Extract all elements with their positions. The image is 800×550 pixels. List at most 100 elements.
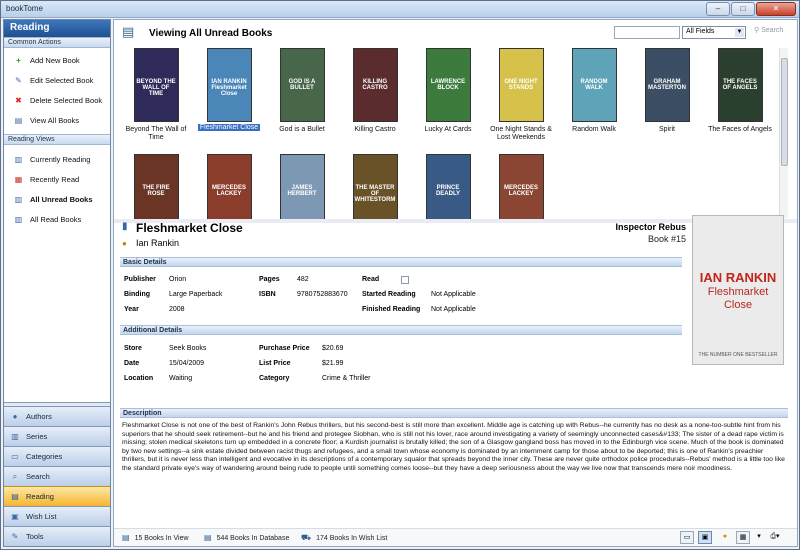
- delete-icon: ✖: [15, 95, 22, 105]
- cover-text: THE FACES OF ANGELS: [722, 79, 758, 91]
- book-cover-thumbnail[interactable]: MERCEDES LACKEY: [498, 154, 544, 220]
- book-cover-thumbnail[interactable]: PRINCE DEADLY: [425, 154, 471, 220]
- book-cover-thumbnail[interactable]: THE FACES OF ANGELS: [717, 48, 763, 122]
- all-unread-books-view[interactable]: ▥ All Unread Books: [4, 189, 110, 209]
- wishlist-icon: ▣: [11, 511, 19, 521]
- cover-text: BEYOND THE WALL OF TIME: [136, 79, 176, 97]
- book-cover-thumbnail[interactable]: IAN RANKIN Fleshmarket Close: [206, 48, 252, 122]
- book-cover-thumbnail[interactable]: RANDOM WALK: [571, 48, 617, 122]
- book-item[interactable]: BEYOND THE WALL OF TIME Beyond The Wall o…: [120, 48, 192, 142]
- book-item[interactable]: ONE NIGHT STANDS One Night Stands & Lost …: [485, 48, 557, 142]
- edit-selected-book-action[interactable]: ✎ Edit Selected Book: [4, 70, 110, 90]
- book-detail-author[interactable]: Ian Rankin: [136, 238, 179, 248]
- grid-view-toggle[interactable]: ▦: [736, 531, 750, 544]
- sidebar-header: Reading: [4, 20, 110, 37]
- close-button[interactable]: ✕: [756, 2, 796, 16]
- nav-tools[interactable]: ✎ Tools: [4, 526, 110, 546]
- cover-text: ONE NIGHT STANDS: [504, 79, 538, 91]
- book-title[interactable]: Spirit: [631, 126, 703, 134]
- book-item[interactable]: THE FACES OF ANGELS The Faces of Angels: [704, 48, 776, 134]
- book-detail-series[interactable]: Inspector Rebus: [544, 222, 686, 232]
- book-cover-thumbnail[interactable]: KILLING CASTRO: [352, 48, 398, 122]
- book-title[interactable]: The Faces of Angels: [704, 126, 776, 134]
- all-read-books-view[interactable]: ▥ All Read Books: [4, 209, 110, 229]
- recently-read-view[interactable]: ▦ Recently Read: [4, 169, 110, 189]
- search-button[interactable]: ⚲ Search: [754, 26, 783, 34]
- person-icon: ●: [722, 533, 728, 540]
- books-stack-icon: ▤: [122, 24, 135, 39]
- book-cover-thumbnail[interactable]: THE MASTER OF WHITESTORM: [352, 154, 398, 220]
- list-view-toggle[interactable]: ▭: [680, 531, 694, 544]
- author-view-button[interactable]: ●: [718, 531, 732, 544]
- book-title[interactable]: One Night Stands & Lost Weekends: [485, 126, 557, 142]
- view-options-dropdown[interactable]: ▾: [752, 531, 766, 544]
- book-title[interactable]: Killing Castro: [339, 126, 411, 134]
- book-title[interactable]: Lucky At Cards: [412, 126, 484, 134]
- pages-label: Pages: [259, 276, 280, 283]
- book-title[interactable]: Fleshmarket Close: [197, 124, 261, 131]
- nav-search[interactable]: ⌕ Search: [4, 466, 110, 486]
- book-title[interactable]: God is a Bullet: [266, 126, 338, 134]
- search-input[interactable]: [614, 26, 680, 39]
- view-all-books-action[interactable]: ▤ View All Books: [4, 110, 110, 130]
- nav-wish-list[interactable]: ▣ Wish List: [4, 506, 110, 526]
- book-item[interactable]: RANDOM WALK Random Walk: [558, 48, 630, 134]
- sidebar: Reading Common Actions + Add New Book ✎ Ed…: [3, 19, 111, 547]
- nav-reading[interactable]: ▤ Reading: [4, 486, 110, 506]
- book-item[interactable]: JAMES HERBERT: [266, 154, 338, 220]
- book-item[interactable]: GRAHAM MASTERTON Spirit: [631, 48, 703, 134]
- book-cover-thumbnail[interactable]: GRAHAM MASTERTON: [644, 48, 690, 122]
- cover-text: GRAHAM MASTERTON: [648, 79, 686, 91]
- book-cover-thumbnail[interactable]: ONE NIGHT STANDS: [498, 48, 544, 122]
- action-label: Edit Selected Book: [30, 75, 94, 85]
- book-grid-scrollbar[interactable]: [779, 48, 788, 218]
- reading-icon: ▤: [11, 491, 19, 501]
- book-item[interactable]: LAWRENCE BLOCK Lucky At Cards: [412, 48, 484, 134]
- category-value: Crime & Thriller: [322, 375, 371, 382]
- book-cover-thumbnail[interactable]: MERCEDES LACKEY: [206, 154, 252, 220]
- purchase-price-value: $20.69: [322, 345, 344, 352]
- book-title[interactable]: Random Walk: [558, 126, 630, 134]
- book-item[interactable]: MERCEDES LACKEY: [485, 154, 557, 220]
- maximize-button[interactable]: □: [731, 2, 755, 16]
- cover-view-toggle[interactable]: ▣: [698, 531, 712, 544]
- edit-icon: ✎: [15, 75, 22, 85]
- chevron-down-icon: ▾: [776, 533, 780, 540]
- tools-icon: ✎: [11, 531, 19, 541]
- book-cover-thumbnail[interactable]: GOD IS A BULLET: [279, 48, 325, 122]
- book-item[interactable]: GOD IS A BULLET God is a Bullet: [266, 48, 338, 134]
- book-cover-thumbnail[interactable]: LAWRENCE BLOCK: [425, 48, 471, 122]
- nav-authors[interactable]: ● Authors: [4, 406, 110, 426]
- book-cover-thumbnail[interactable]: BEYOND THE WALL OF TIME: [133, 48, 179, 122]
- search-button-label: Search: [761, 27, 784, 34]
- book-item[interactable]: MERCEDES LACKEY: [193, 154, 265, 220]
- book-item[interactable]: KILLING CASTRO Killing Castro: [339, 48, 411, 134]
- currently-reading-view[interactable]: ▥ Currently Reading: [4, 149, 110, 169]
- book-item[interactable]: PRINCE DEADLY: [412, 154, 484, 220]
- app-window: bookTome – □ ✕ Reading Common Actions + A…: [0, 0, 800, 550]
- book-title[interactable]: Beyond The Wall of Time: [120, 126, 192, 142]
- scrollbar-thumb[interactable]: [781, 58, 788, 166]
- add-new-book-action[interactable]: + Add New Book: [4, 50, 110, 70]
- search-field-dropdown[interactable]: All Fields ▼: [682, 26, 746, 39]
- nav-series[interactable]: ▥ Series: [4, 426, 110, 446]
- title-bar[interactable]: bookTome – □ ✕: [1, 1, 799, 18]
- location-value: Waiting: [169, 375, 193, 382]
- search-icon: ⚲: [754, 27, 760, 34]
- sidebar-navigation: ● Authors ▥ Series ▭ Categories ⌕ Search ▤ Re…: [4, 402, 110, 546]
- book-item[interactable]: THE FIRE ROSE: [120, 154, 192, 220]
- cover-banner: THE NUMBER ONE BESTSELLER: [698, 352, 778, 358]
- book-item[interactable]: THE MASTER OF WHITESTORM: [339, 154, 411, 220]
- nav-categories[interactable]: ▭ Categories: [4, 446, 110, 466]
- cover-text: GOD IS A BULLET: [288, 79, 316, 91]
- nav-label: Series: [26, 432, 48, 441]
- book-cover-thumbnail[interactable]: THE FIRE ROSE: [133, 154, 179, 220]
- read-checkbox[interactable]: [401, 276, 409, 284]
- cover-text: MERCEDES LACKEY: [211, 185, 246, 197]
- delete-selected-book-action[interactable]: ✖ Delete Selected Book: [4, 90, 110, 110]
- book-item[interactable]: IAN RANKIN Fleshmarket Close Fleshmarket …: [193, 48, 265, 132]
- print-button[interactable]: ⎙▾: [768, 531, 782, 544]
- minimize-button[interactable]: –: [706, 2, 730, 16]
- book-cover-thumbnail[interactable]: JAMES HERBERT: [279, 154, 325, 220]
- grid-view-icon: ▦: [739, 534, 747, 541]
